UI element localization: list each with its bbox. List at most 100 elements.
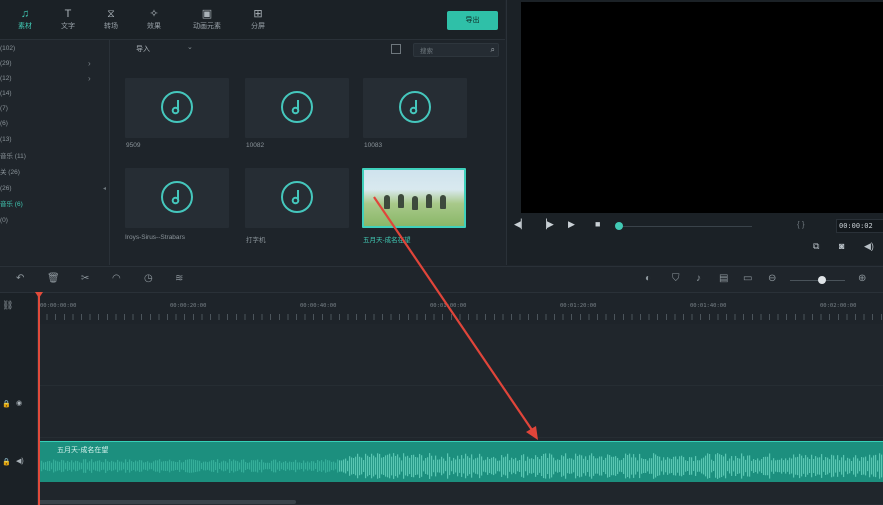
media-item-label: 9509: [126, 142, 141, 149]
category-item[interactable]: (29) ›: [0, 58, 108, 70]
volume-icon[interactable]: ◀): [864, 241, 874, 252]
tab-media[interactable]: ♫ 素材: [8, 7, 42, 31]
media-item-label: 10082: [246, 142, 265, 149]
search-placeholder: 搜索: [420, 48, 433, 55]
category-item[interactable]: (13): [0, 134, 108, 146]
marker-icon[interactable]: ⛉: [672, 273, 680, 284]
thumbnail-figure: [398, 194, 404, 208]
thumbnail-figure: [384, 195, 390, 209]
tab-transition-label: 转场: [104, 23, 118, 30]
category-item[interactable]: 关 (26): [0, 167, 108, 179]
lock-icon[interactable]: 🔒: [2, 400, 11, 408]
category-item[interactable]: 音乐 (11): [0, 151, 108, 163]
music-note-icon: ♫: [20, 8, 30, 20]
zoom-slider-handle[interactable]: [818, 276, 826, 284]
scrubber-handle[interactable]: [615, 222, 623, 230]
search-input[interactable]: 搜索 ⌕: [413, 43, 499, 57]
chevron-down-icon[interactable]: ⌄: [187, 43, 193, 51]
tab-elements[interactable]: ▣ 动画元素: [186, 7, 228, 31]
display-settings-icon[interactable]: ⧉: [813, 241, 819, 252]
snapshot-camera-icon[interactable]: ◙: [839, 241, 844, 251]
import-dropdown[interactable]: 导入: [136, 44, 150, 54]
top-toolbar: ♫ 素材 T 文字 ⧖ 转场 ✧ 效果 ▣ 动画元素 ⊞ 分屏 导出: [0, 0, 505, 40]
playhead[interactable]: [38, 293, 40, 505]
cut-icon[interactable]: ✂: [81, 273, 89, 284]
media-item-audio[interactable]: [245, 168, 349, 228]
text-icon: T: [64, 8, 72, 20]
stop-icon[interactable]: ■: [595, 219, 600, 229]
step-forward-icon[interactable]: ▕▶: [540, 219, 554, 230]
ruler-label: 00:01:00:00: [430, 303, 467, 309]
zoom-in-icon[interactable]: ⊕: [858, 273, 866, 284]
link-icon[interactable]: ⛓: [2, 300, 13, 311]
tab-text[interactable]: T 文字: [51, 7, 85, 31]
category-item[interactable]: (0): [0, 215, 108, 227]
zoom-out-icon[interactable]: ⊖: [768, 273, 776, 284]
video-track[interactable]: [38, 324, 883, 386]
category-item[interactable]: (6): [0, 118, 108, 130]
chevron-right-icon: ›: [88, 74, 91, 83]
category-item[interactable]: (102): [0, 43, 108, 55]
media-item-label-selected: 五月天-成名在望: [363, 237, 411, 244]
category-item[interactable]: (26): [0, 183, 108, 195]
category-list: (102) (29) › (12) › (14) (7) (6) (13) 音乐 (…: [0, 40, 110, 265]
media-item-video-selected[interactable]: [362, 168, 466, 228]
speaker-icon[interactable]: ◀): [16, 457, 24, 465]
undo-icon[interactable]: ↶: [16, 273, 24, 284]
category-item-label: (29): [0, 60, 12, 67]
timeline-ruler[interactable]: 00:00:00:00 00:00:20:00 00:00:40:00 00:0…: [38, 293, 883, 323]
ruler-label: 00:00:20:00: [170, 303, 207, 309]
step-back-icon[interactable]: ◀▏: [514, 219, 528, 230]
music-note-icon: [281, 181, 313, 213]
lock-icon[interactable]: 🔒: [2, 458, 11, 466]
category-item[interactable]: (14): [0, 88, 108, 100]
music-note-icon: [161, 91, 193, 123]
media-item-audio[interactable]: [245, 78, 349, 138]
category-item-label: (12): [0, 75, 12, 82]
timecode-display: 00:00:02: [836, 219, 883, 233]
ruler-label: 00:00:00:00: [40, 303, 77, 309]
playhead-handle[interactable]: [35, 292, 43, 298]
subtitle-icon[interactable]: ▭: [743, 273, 752, 284]
category-item[interactable]: (7): [0, 103, 108, 115]
audio-clip[interactable]: 五月天-成名在望: [39, 441, 883, 482]
media-item-audio[interactable]: [125, 168, 229, 228]
category-item[interactable]: (12) ›: [0, 73, 108, 85]
grid-view-icon[interactable]: [391, 44, 401, 54]
tab-effects[interactable]: ✧ 效果: [137, 7, 171, 31]
scrubber-track[interactable]: [620, 226, 752, 227]
export-button[interactable]: 导出: [447, 11, 498, 30]
tab-split-screen[interactable]: ⊞ 分屏: [241, 7, 275, 31]
media-item-audio[interactable]: [363, 78, 467, 138]
eye-icon[interactable]: ◉: [16, 399, 22, 407]
collapse-arrow-icon[interactable]: ◂: [103, 185, 106, 192]
music-note-icon: [399, 91, 431, 123]
preview-pane: ◀▏ ▕▶ ▶ ■ { } 00:00:02 ⧉ ◙ ◀): [506, 0, 883, 265]
tab-split-screen-label: 分屏: [251, 23, 265, 30]
mark-in-out-icon[interactable]: { }: [797, 220, 805, 229]
video-track[interactable]: [38, 386, 883, 438]
tab-text-label: 文字: [61, 23, 75, 30]
media-item-audio[interactable]: [125, 78, 229, 138]
music-note-icon: [281, 91, 313, 123]
tab-media-label: 素材: [18, 23, 32, 30]
timeline-scrollbar[interactable]: [38, 500, 296, 504]
duration-icon[interactable]: ◷: [144, 273, 153, 284]
speed-icon[interactable]: ◠: [112, 273, 121, 284]
chevron-right-icon: ›: [88, 59, 91, 68]
thumbnail-figure: [426, 194, 432, 208]
search-icon[interactable]: ⌕: [491, 45, 495, 55]
render-icon[interactable]: ◐: [645, 273, 651, 284]
effects-icon: ✧: [149, 8, 159, 20]
play-icon[interactable]: ▶: [568, 219, 575, 230]
voiceover-icon[interactable]: ▤: [719, 273, 728, 284]
preview-screen: [521, 2, 883, 213]
timeline-toolbar: ↶ 🗑 ✂ ◠ ◷ ≋ ◐ ⛉ ♪ ▤ ▭ ⊖ ⊕: [0, 266, 883, 293]
delete-icon[interactable]: 🗑: [47, 273, 60, 284]
ruler-label: 00:02:00:00: [820, 303, 857, 309]
adjust-icon[interactable]: ≋: [175, 273, 183, 284]
category-item-selected[interactable]: 音乐 (6): [0, 199, 108, 211]
tab-transition[interactable]: ⧖ 转场: [94, 7, 128, 31]
audio-track[interactable]: 五月天-成名在望: [38, 438, 883, 505]
microphone-icon[interactable]: ♪: [696, 273, 701, 284]
